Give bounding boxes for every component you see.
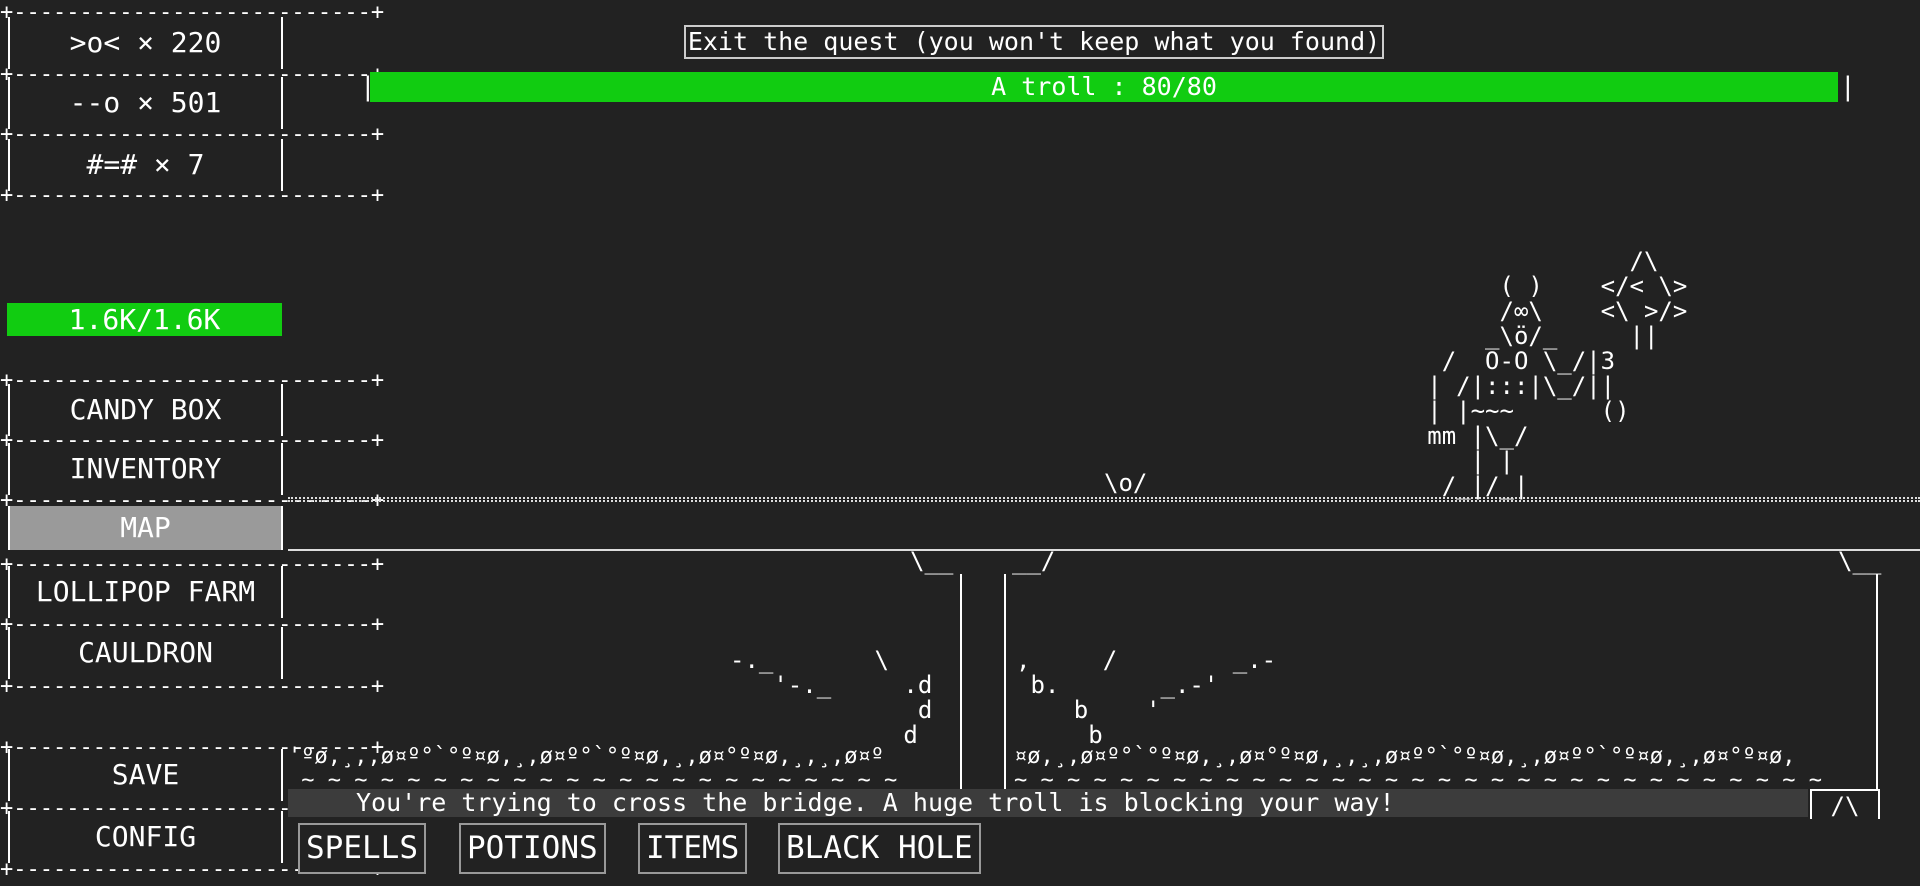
bridge-deck xyxy=(288,497,1920,502)
tab-items[interactable]: ITEMS xyxy=(638,823,748,874)
nav-lollipop-farm[interactable]: LOLLIPOP FARM xyxy=(8,566,283,618)
config-button[interactable]: CONFIG xyxy=(8,811,283,863)
enemy-health-bar: | A troll : 80/80 | xyxy=(360,72,1856,102)
lollipop-icon: >o< xyxy=(69,26,121,59)
chocolate-icon: #=# xyxy=(86,148,138,181)
bridge-support-mid: __/ xyxy=(1012,547,1056,575)
bridge-support-right: \__ xyxy=(1838,547,1882,575)
scroll-up-button[interactable]: /\ xyxy=(1810,789,1880,820)
lollipop-count: × 220 xyxy=(137,26,222,59)
nav-map[interactable]: MAP xyxy=(8,506,283,550)
tab-spells[interactable]: SPELLS xyxy=(298,823,426,874)
nav-bottom-border: +---------------------------+ xyxy=(0,674,385,699)
bridge-underside xyxy=(288,549,1920,551)
player-health-bar: 1.6K/1.6K xyxy=(7,303,282,336)
pillar xyxy=(960,574,962,789)
tab-potions[interactable]: POTIONS xyxy=(459,823,606,874)
river-water-right: ¤ø,¸,ø¤º°`°º¤ø,¸,ø¤°º¤ø,¸,¸,ø¤º°`°º¤ø,¸,… xyxy=(1014,744,1822,793)
resources-box-bottom-border: +---------------------------+ xyxy=(0,183,385,208)
river-creature-left: -._ \ '-._ .d d d xyxy=(730,646,933,749)
bar-right-cap: | xyxy=(1840,72,1856,102)
pillar xyxy=(1004,574,1006,789)
enemy-health-label: A troll : 80/80 xyxy=(370,72,1838,102)
candy-count: × 501 xyxy=(137,86,222,119)
troll-sprite: /\ ( ) </< \> /∞\ <\ >/> _\ö/_ || / O-O … xyxy=(1427,247,1688,500)
chocolate-count: × 7 xyxy=(153,148,205,181)
river-water-left: 'ºø,¸,,ø¤º°`°º¤ø,¸,ø¤º°`°º¤ø,¸,ø¤°º¤ø,¸,… xyxy=(288,744,898,793)
pillar xyxy=(1876,574,1878,789)
bridge-support-left: \__ xyxy=(910,547,954,575)
exit-quest-button[interactable]: Exit the quest (you won't keep what you … xyxy=(684,25,1384,59)
candy-icon: --o xyxy=(69,86,121,119)
river-creature-right: , / _.- b. _.-' b ' b xyxy=(1016,646,1277,749)
player-sprite: \o/ xyxy=(1104,469,1148,497)
save-button[interactable]: SAVE xyxy=(8,749,283,801)
tab-black-hole[interactable]: BLACK HOLE xyxy=(778,823,981,874)
quest-message: You're trying to cross the bridge. A hug… xyxy=(288,789,1808,817)
nav-cauldron[interactable]: CAULDRON xyxy=(8,627,283,679)
